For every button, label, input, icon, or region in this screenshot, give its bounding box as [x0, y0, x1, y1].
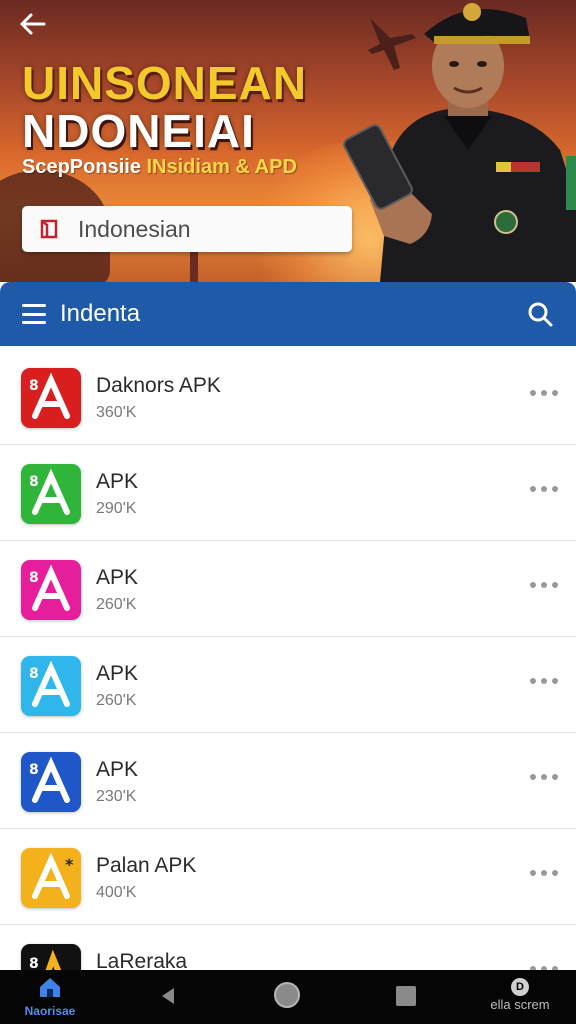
- home-icon: [40, 978, 60, 997]
- nav-back-icon[interactable]: [158, 986, 178, 1006]
- apk-app-icon: 8: [21, 656, 81, 716]
- app-size: 290‍'K: [96, 500, 137, 517]
- list-item[interactable]: 8 APK 260‍'K: [0, 638, 576, 733]
- hero-title-line1: UINSONEAN: [22, 57, 308, 109]
- list-item[interactable]: 8 LaRerakа: [0, 926, 576, 970]
- more-options-icon[interactable]: [530, 674, 558, 688]
- apk-app-icon: 8: [21, 752, 81, 812]
- nav-screen-button[interactable]: D ella screm: [480, 978, 560, 1022]
- language-value: Indonesian: [78, 215, 191, 242]
- app-name: Daknors APK: [96, 374, 221, 397]
- arrow-left-icon: [20, 13, 46, 35]
- app-name: APK: [96, 758, 139, 781]
- hero-subtitle-part2: INsidiam & APD: [146, 156, 297, 178]
- svg-text:8: 8: [29, 666, 39, 682]
- app-size: 260‍'K: [96, 596, 137, 613]
- svg-text:8: 8: [29, 378, 39, 394]
- list-item[interactable]: 8 APK 290‍'K: [0, 446, 576, 541]
- apk-app-icon: *: [21, 848, 81, 908]
- svg-text:8: 8: [29, 762, 39, 778]
- app-bar-title: Indenta: [60, 300, 141, 327]
- more-options-icon[interactable]: [530, 770, 558, 784]
- more-options-icon[interactable]: [530, 962, 558, 970]
- screen-icon: D: [511, 978, 529, 996]
- more-options-icon[interactable]: [530, 482, 558, 496]
- app-list: 8 Daknors APK 360‍'K 8 APK 290‍'K 8 APK …: [0, 350, 576, 970]
- apk-app-icon: 8: [21, 464, 81, 524]
- list-item[interactable]: 8 APK 230‍'K: [0, 734, 576, 829]
- app-name: APK: [96, 662, 139, 685]
- app-size: 230‍'K: [96, 788, 137, 805]
- hero-title-line2: NDONEIAI: [22, 105, 255, 157]
- app-size: 260‍'K: [96, 692, 137, 709]
- app-name: LaRerakа: [96, 950, 188, 970]
- app-size: 360‍'K: [96, 404, 137, 421]
- app-name: Palan APK: [96, 854, 197, 877]
- svg-text:8: 8: [29, 956, 39, 970]
- back-button[interactable]: [14, 6, 50, 42]
- hero-banner: UINSONEAN NDONEIAI ScepPonsiie INsidiam …: [0, 0, 576, 282]
- system-nav-bar: Naorisae D ella screm: [0, 970, 576, 1024]
- book-icon: [40, 219, 58, 239]
- apk-app-icon: 8: [21, 368, 81, 428]
- app-bar: Indenta: [0, 282, 576, 346]
- hero-subtitle: ScepPonsiie INsidiam & APD: [22, 156, 297, 179]
- menu-icon[interactable]: [22, 304, 46, 324]
- more-options-icon[interactable]: [530, 866, 558, 880]
- apk-app-icon: 8: [21, 560, 81, 620]
- nav-home-button[interactable]: Naorisae: [18, 976, 82, 1022]
- nav-screen-label: ella screm: [490, 997, 550, 1012]
- more-options-icon[interactable]: [530, 386, 558, 400]
- svg-text:8: 8: [29, 570, 39, 586]
- nav-home-circle-icon[interactable]: [274, 982, 300, 1008]
- list-item[interactable]: 8 APK 260‍'K: [0, 542, 576, 637]
- search-icon[interactable]: [526, 300, 554, 328]
- nav-recents-icon[interactable]: [396, 986, 416, 1006]
- app-size: 400‍'K: [96, 884, 137, 901]
- svg-text:8: 8: [29, 474, 39, 490]
- apk-app-icon: 8: [21, 944, 81, 970]
- more-options-icon[interactable]: [530, 578, 558, 592]
- hero-subtitle-part1: ScepPonsiie: [22, 156, 147, 178]
- list-item[interactable]: 8 Daknors APK 360‍'K: [0, 350, 576, 445]
- svg-text:*: *: [65, 855, 74, 874]
- app-name: APK: [96, 566, 139, 589]
- app-name: APK: [96, 470, 139, 493]
- language-selector[interactable]: Indonesian: [22, 206, 352, 252]
- nav-home-label: Naorisae: [24, 1004, 76, 1018]
- list-item[interactable]: * Palan APK 400‍'K: [0, 830, 576, 925]
- officer-illustration: [343, 3, 576, 282]
